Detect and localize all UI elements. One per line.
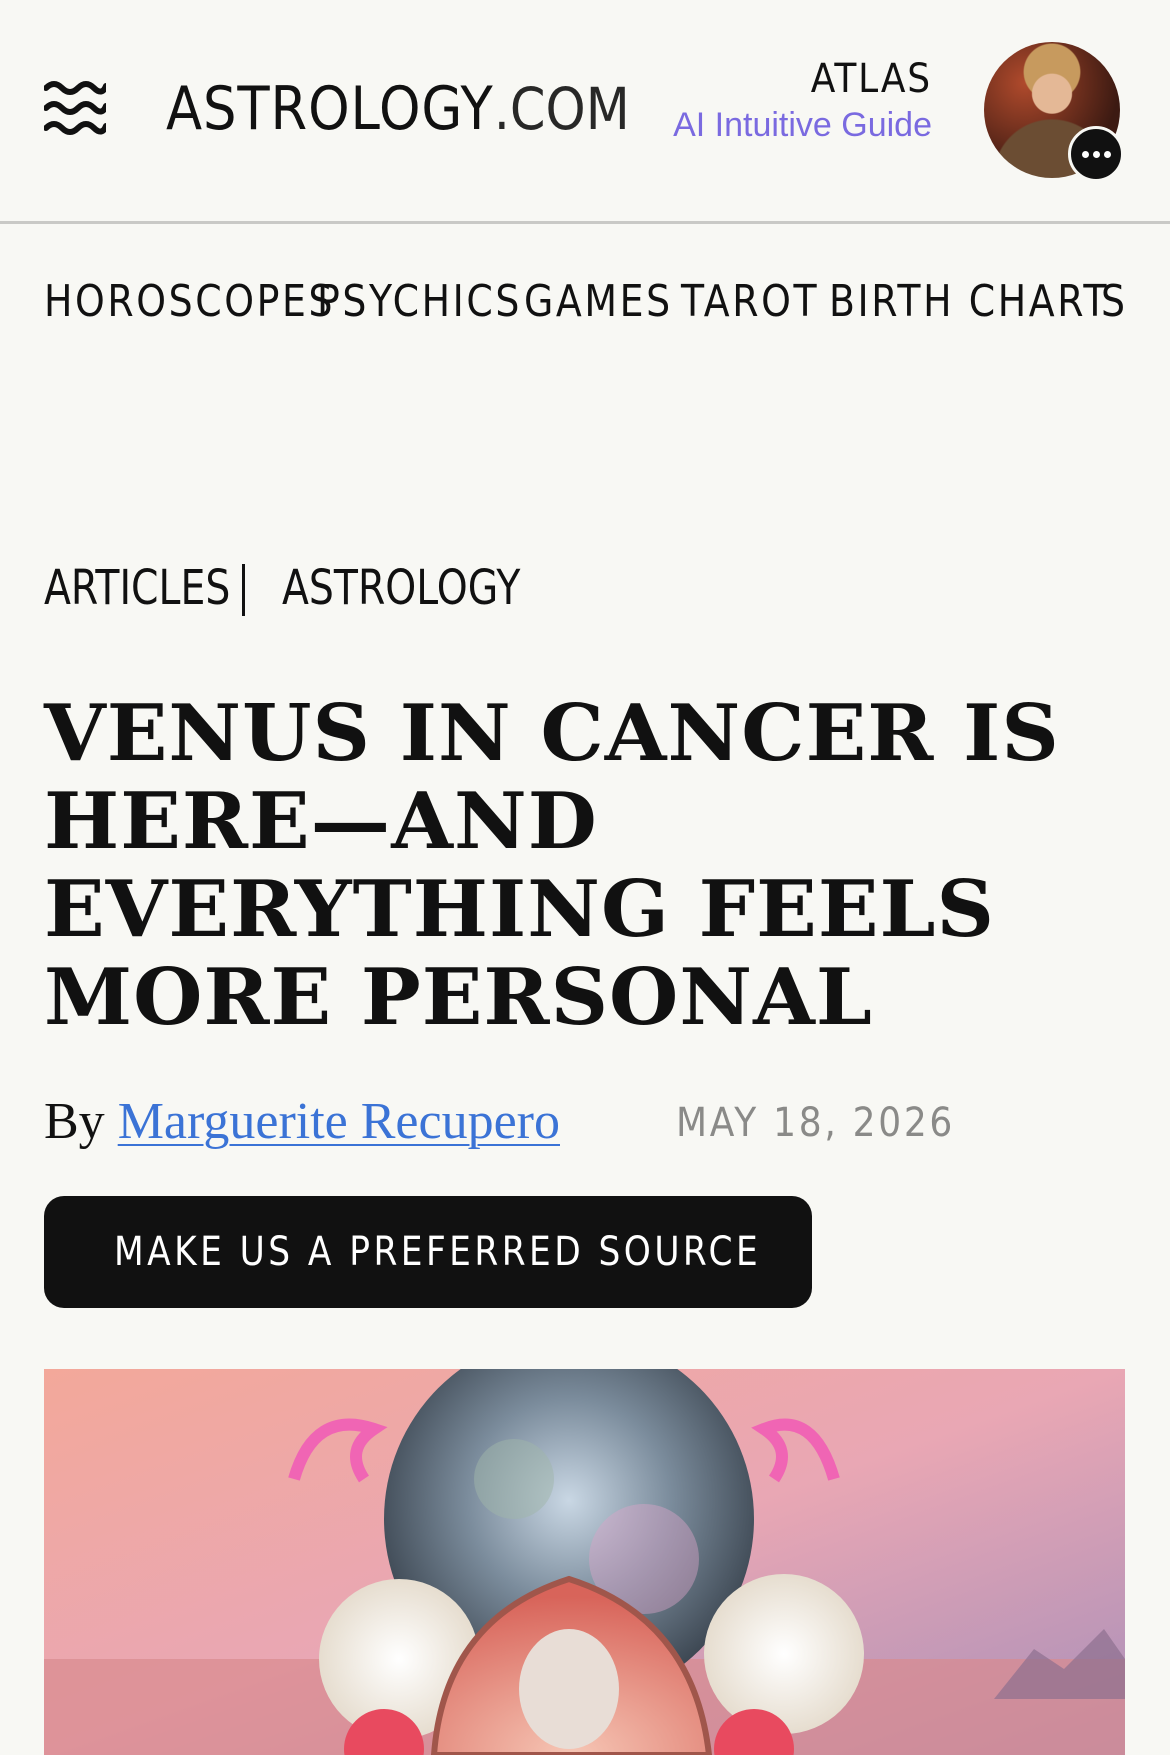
hero-illustration — [44, 1369, 1125, 1755]
main-nav: HOROSCOPES PSYCHICS GAMES TAROT BIRTH CH… — [44, 276, 1170, 336]
nav-item-psychics[interactable]: PSYCHICS — [317, 276, 522, 327]
nav-item-games[interactable]: GAMES — [524, 276, 673, 327]
breadcrumb-astrology[interactable]: ASTROLOGY — [282, 560, 520, 616]
logo-tld-text: .COM — [493, 75, 630, 143]
byline-prefix: By — [44, 1093, 105, 1150]
atlas-name: ATLAS — [810, 56, 932, 102]
article-byline: By Marguerite Recupero — [44, 1092, 560, 1151]
article-title: Venus in Cancer Is Here—and Everything F… — [44, 688, 1060, 1043]
breadcrumb-separator — [242, 564, 245, 616]
atlas-guide-link[interactable]: ATLAS AI Intuitive Guide — [673, 56, 932, 145]
header-divider — [0, 221, 1170, 224]
article-hero-image — [44, 1369, 1125, 1755]
author-link[interactable]: Marguerite Recupero — [118, 1093, 560, 1150]
nav-item-truncated[interactable]: S — [1101, 276, 1128, 327]
atlas-subtitle: AI Intuitive Guide — [673, 106, 932, 144]
breadcrumb-articles[interactable]: ARTICLES — [44, 560, 230, 616]
preferred-source-button[interactable]: MAKE US A PREFERRED SOURCE — [44, 1196, 812, 1308]
nav-item-birth-chart[interactable]: BIRTH CHART — [829, 276, 1109, 327]
article-date: MAY 18, 2026 — [676, 1100, 956, 1146]
more-options-icon[interactable] — [1068, 126, 1124, 182]
menu-waves-icon[interactable] — [43, 80, 109, 136]
site-logo[interactable]: ASTROLOGY.COM — [166, 74, 630, 144]
preferred-source-label: MAKE US A PREFERRED SOURCE — [114, 1229, 762, 1275]
logo-main-text: ASTROLOGY — [166, 74, 494, 144]
site-header: ASTROLOGY.COM ATLAS AI Intuitive Guide — [0, 0, 1170, 222]
nav-item-tarot[interactable]: TAROT — [681, 276, 819, 327]
nav-item-horoscopes[interactable]: HOROSCOPES — [44, 276, 335, 327]
